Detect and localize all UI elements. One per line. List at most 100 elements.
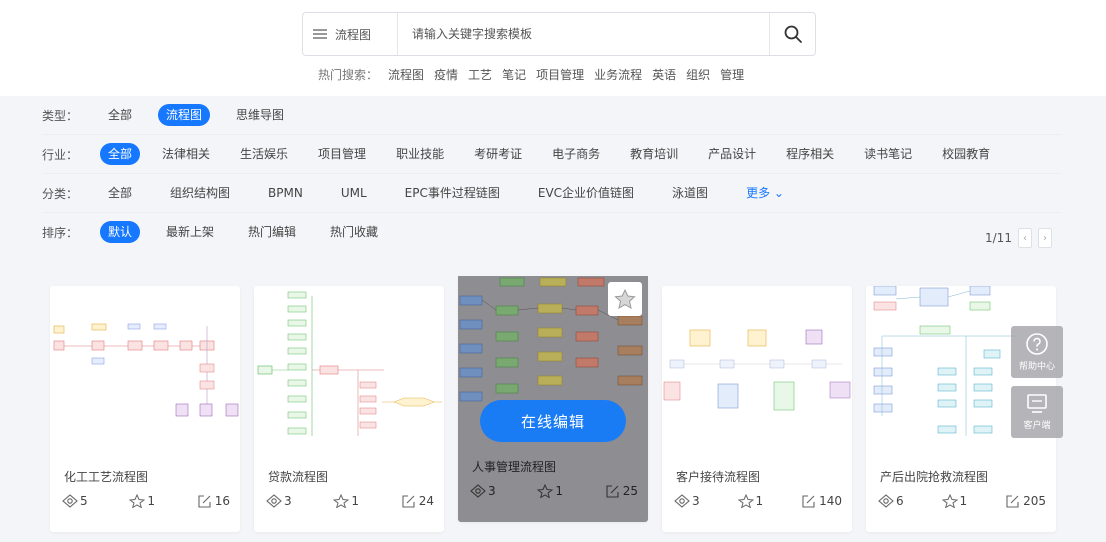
filter-chip-industry[interactable]: 电子商务 (544, 143, 608, 165)
hot-keyword[interactable]: 管理 (720, 66, 744, 83)
next-page-button[interactable]: › (1037, 228, 1052, 248)
hot-keyword[interactable]: 工艺 (468, 66, 492, 83)
template-title: 产后出院抢救流程图 (880, 470, 989, 484)
filter-chip-industry[interactable]: 考研考证 (466, 143, 530, 165)
views-stat: 3 (470, 484, 496, 498)
template-stats: 6 1 205 (878, 494, 1046, 508)
template-card[interactable]: 贷款流程图 3 1 24 (254, 286, 444, 532)
hot-keyword[interactable]: 业务流程 (594, 66, 642, 83)
filter-chip-industry[interactable]: 产品设计 (700, 143, 764, 165)
views-stat: 3 (674, 494, 700, 508)
likes-stat[interactable]: 1 (941, 494, 967, 508)
filter-chip-type-mindmap[interactable]: 思维导图 (228, 104, 292, 126)
filter-chip-category[interactable]: 全部 (100, 182, 140, 204)
help-center-button[interactable]: 帮助中心 (1011, 326, 1063, 378)
prev-page-button[interactable]: ‹ (1017, 228, 1032, 248)
filter-chip-category[interactable]: 泳道图 (664, 182, 716, 204)
eye-icon (470, 484, 486, 498)
filter-chip-industry[interactable]: 读书笔记 (856, 143, 920, 165)
filter-chip-category[interactable]: 组织结构图 (162, 182, 238, 204)
views-count: 5 (80, 494, 88, 508)
template-card[interactable]: 客户接待流程图 3 1 140 (662, 286, 852, 532)
filter-row-category: 分类： 全部 组织结构图 BPMN UML EPC事件过程链图 EVC企业价值链… (42, 174, 810, 212)
sort-chip-default[interactable]: 默认 (100, 221, 141, 243)
template-card-hovered[interactable]: 在线编辑 人事管理流程图 3 1 25 (458, 276, 648, 522)
filter-chip-industry[interactable]: 校园教育 (934, 143, 998, 165)
template-title: 人事管理流程图 (472, 460, 557, 474)
filter-chip-industry[interactable]: 教育培训 (622, 143, 686, 165)
template-stats: 3 1 140 (674, 494, 842, 508)
chevron-down-icon: ⌄ (773, 186, 784, 200)
template-title: 化工工艺流程图 (64, 470, 149, 484)
sort-chip-hot-edit[interactable]: 热门编辑 (240, 221, 304, 243)
hot-keyword[interactable]: 组织 (686, 66, 710, 83)
edit-icon (198, 495, 211, 508)
filter-chip-industry[interactable]: 法律相关 (154, 143, 218, 165)
hot-keyword[interactable]: 疫情 (434, 66, 458, 83)
template-thumbnail (53, 323, 239, 417)
template-card[interactable]: 化工工艺流程图 5 1 16 (50, 286, 240, 532)
help-center-label: 帮助中心 (1018, 362, 1055, 372)
filter-chip-type-flowchart[interactable]: 流程图 (158, 104, 211, 126)
views-stat: 5 (62, 494, 88, 508)
views-count: 3 (488, 484, 496, 498)
filter-row-type: 类型： 全部 流程图 思维导图 (42, 96, 310, 134)
edits-count: 24 (418, 494, 434, 508)
page-indicator: 1/11 (985, 231, 1012, 245)
search-button[interactable] (769, 13, 815, 55)
edits-stat: 140 (801, 494, 842, 508)
filter-chip-industry[interactable]: 项目管理 (310, 143, 374, 165)
hot-searches: 热门搜索： 流程图 疫情 工艺 笔记 项目管理 业务流程 英语 组织 管理 (318, 66, 744, 83)
edit-icon (402, 495, 415, 508)
edits-count: 205 (1023, 494, 1046, 508)
filter-label: 行业： (42, 147, 79, 162)
filter-chip-category[interactable]: EPC事件过程链图 (397, 182, 508, 204)
filter-label: 类型： (42, 108, 79, 123)
filter-chip-industry[interactable]: 职业技能 (388, 143, 452, 165)
hot-keyword[interactable]: 笔记 (502, 66, 526, 83)
views-count: 3 (284, 494, 292, 508)
search-type-selector[interactable]: 流程图 (303, 13, 398, 55)
template-stats: 3 1 24 (266, 494, 434, 508)
hot-keyword[interactable]: 流程图 (388, 66, 424, 83)
likes-stat[interactable]: 1 (333, 494, 359, 508)
filter-chip-industry[interactable]: 程序相关 (778, 143, 842, 165)
more-label: 更多 (746, 186, 771, 200)
filter-chip-category[interactable]: UML (333, 182, 375, 204)
likes-stat[interactable]: 1 (129, 494, 155, 508)
filter-chip-category[interactable]: EVC企业价值链图 (530, 182, 642, 204)
star-icon (737, 494, 754, 508)
filter-chip-industry[interactable]: 生活娱乐 (232, 143, 296, 165)
template-stats: 3 1 25 (470, 484, 638, 498)
search-input[interactable] (398, 13, 769, 55)
edits-count: 16 (214, 494, 230, 508)
edits-stat: 24 (401, 494, 434, 508)
likes-count: 1 (555, 484, 563, 498)
filter-chip-type-all[interactable]: 全部 (100, 104, 140, 126)
hot-keyword[interactable]: 英语 (652, 66, 676, 83)
views-stat: 3 (266, 494, 292, 508)
online-edit-button[interactable]: 在线编辑 (480, 400, 626, 442)
eye-icon (266, 494, 282, 508)
edit-icon (606, 485, 619, 498)
sort-chip-hot-fav[interactable]: 热门收藏 (322, 221, 386, 243)
client-download-button[interactable]: 客户端 (1011, 386, 1063, 438)
star-icon (941, 494, 958, 508)
likes-stat[interactable]: 1 (737, 494, 763, 508)
more-categories-button[interactable]: 更多 ⌄ (738, 182, 792, 204)
hot-keyword[interactable]: 项目管理 (536, 66, 584, 83)
edit-icon (802, 495, 815, 508)
template-type-icon (313, 29, 327, 39)
favorite-button[interactable] (608, 282, 642, 316)
edits-stat: 25 (605, 484, 638, 498)
likes-stat[interactable]: 1 (537, 484, 563, 498)
template-thumbnail (663, 329, 851, 411)
search-icon (784, 25, 802, 43)
filter-chip-industry[interactable]: 全部 (100, 143, 141, 165)
template-stats: 5 1 16 (62, 494, 230, 508)
sort-chip-newest[interactable]: 最新上架 (158, 221, 222, 243)
template-title: 客户接待流程图 (676, 470, 761, 484)
filter-chip-category[interactable]: BPMN (260, 182, 311, 204)
star-icon (614, 288, 636, 309)
filter-row-industry: 行业： 全部 法律相关 生活娱乐 项目管理 职业技能 考研考证 电子商务 教育培… (42, 135, 998, 173)
